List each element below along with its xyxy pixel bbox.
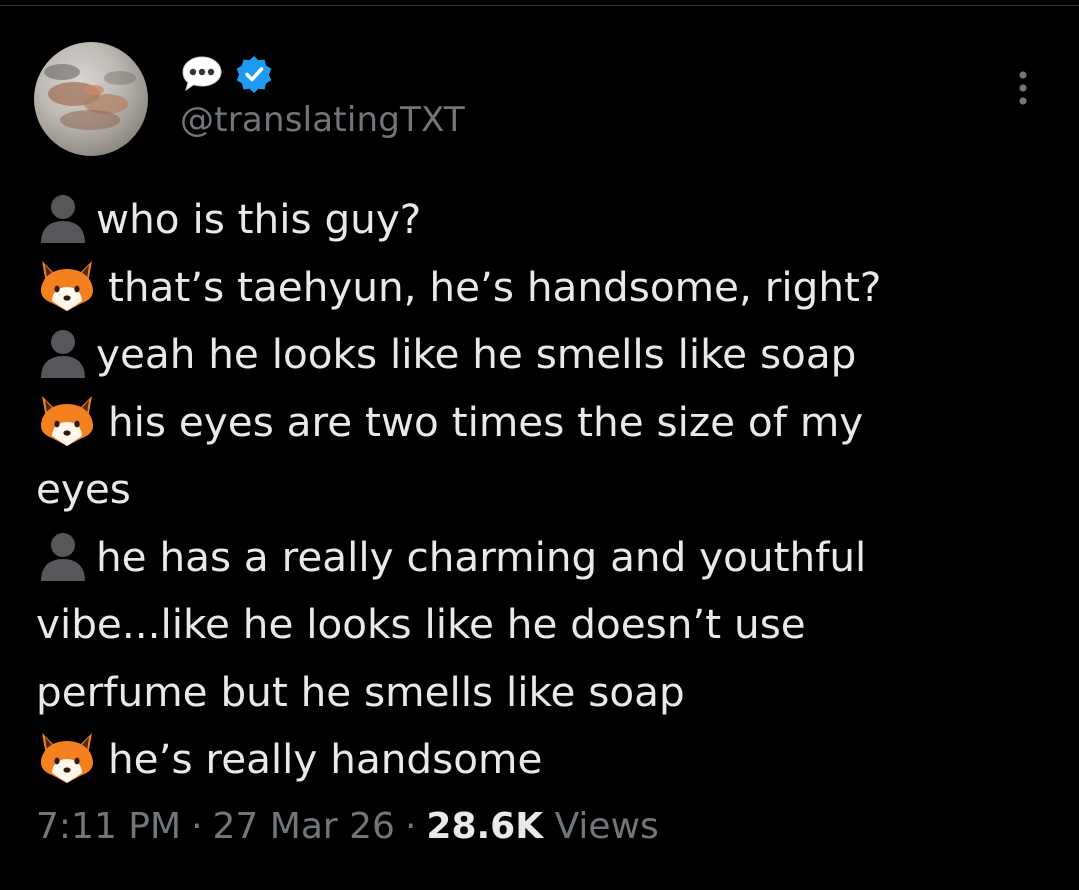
tweet-line: yeah he looks like he smells like soap xyxy=(36,321,1046,389)
views-count: 28.6K xyxy=(426,806,544,847)
tweet-line: his eyes are two times the size of my xyxy=(36,389,1046,457)
views-label: Views xyxy=(554,806,659,847)
tweet-line: perfume but he smells like soap xyxy=(36,667,685,716)
tweet-time[interactable]: 7:11 PM xyxy=(36,806,181,847)
bust-silhouette-icon xyxy=(41,195,85,243)
tweet-line: vibe...like he looks like he doesn’t use xyxy=(36,600,806,648)
more-options-icon[interactable] xyxy=(1010,68,1036,108)
avatar[interactable] xyxy=(34,42,148,156)
tweet-date[interactable]: 27 Mar 26 xyxy=(213,806,395,847)
tweet-line: he has a really charming and youthful xyxy=(36,524,1046,592)
bust-silhouette-icon xyxy=(41,330,85,378)
fox-face-icon xyxy=(41,260,93,311)
tweet-line: who is this guy? xyxy=(36,186,1046,254)
verified-badge-icon xyxy=(236,56,272,93)
meta-separator: · xyxy=(404,806,417,847)
display-name[interactable] xyxy=(180,52,274,96)
fox-face-icon xyxy=(41,395,93,446)
tweet-line: he’s really handsome xyxy=(36,726,1046,794)
user-handle[interactable]: @translatingTXT xyxy=(180,100,465,140)
tweet-line: eyes xyxy=(36,465,131,513)
tweet-meta: 7:11 PM · 27 Mar 26 · 28.6K Views xyxy=(36,806,659,847)
meta-separator: · xyxy=(191,806,203,847)
fox-face-icon xyxy=(41,733,93,783)
tweet-text: who is this guy? that’s taehyun, he’s ha… xyxy=(36,186,1046,794)
bust-silhouette-icon xyxy=(41,532,85,581)
speech-balloon-icon xyxy=(182,56,222,92)
top-divider xyxy=(0,0,1079,6)
tweet-line: that’s taehyun, he’s handsome, right? xyxy=(36,254,1046,322)
